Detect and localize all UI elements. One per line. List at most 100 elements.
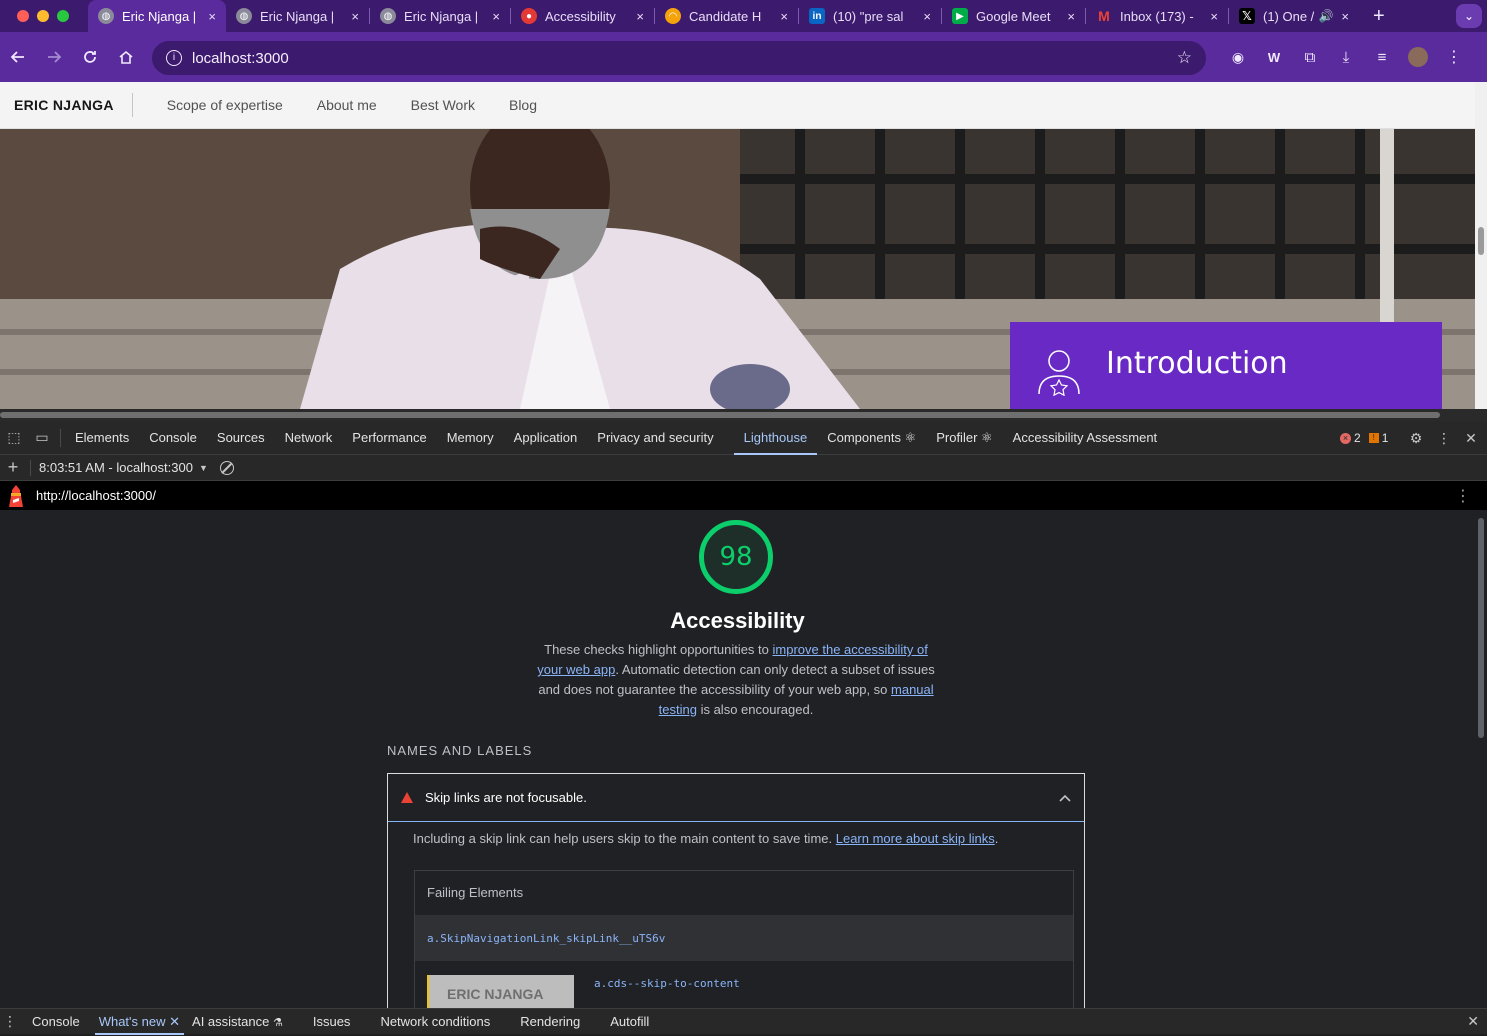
tab-elements[interactable]: Elements — [65, 421, 139, 455]
close-tab-icon[interactable]: × — [636, 9, 644, 24]
scrollbar-thumb[interactable] — [1478, 518, 1484, 738]
drawer-tab-network-conditions[interactable]: Network conditions — [365, 1009, 505, 1035]
audit-header[interactable]: Skip links are not focusable. — [388, 774, 1084, 822]
browser-tab-6[interactable]: in (10) "pre sal × — [799, 0, 941, 32]
report-select[interactable]: 8:03:51 AM - localhost:300 — [39, 460, 193, 475]
page-vertical-scrollbar[interactable] — [1475, 82, 1487, 409]
site-info-icon[interactable]: i — [166, 50, 182, 66]
tab-profiler[interactable]: Profiler ⚛ — [926, 421, 1002, 455]
nav-about-me[interactable]: About me — [317, 97, 377, 113]
back-button[interactable] — [0, 39, 36, 75]
browser-tab-7[interactable]: ▶ Google Meet × — [942, 0, 1085, 32]
browser-tab-3[interactable]: ◍ Eric Njanga | × — [370, 0, 510, 32]
drawer-tab-console[interactable]: Console — [20, 1009, 95, 1035]
nav-scope-of-expertise[interactable]: Scope of expertise — [167, 97, 283, 113]
tab-sources[interactable]: Sources — [207, 421, 275, 455]
globe-icon: ◍ — [98, 8, 114, 24]
tab-network[interactable]: Network — [275, 421, 343, 455]
failing-selector[interactable]: a.cds--skip-to-content — [594, 977, 740, 990]
tab-memory[interactable]: Memory — [437, 421, 504, 455]
nav-blog[interactable]: Blog — [509, 97, 537, 113]
w-extension-icon[interactable]: W — [1256, 39, 1292, 75]
warning-counter[interactable]: ! 1 — [1368, 431, 1388, 445]
score-gauge[interactable]: 98 — [699, 520, 773, 594]
close-tab-icon[interactable]: × — [923, 9, 931, 24]
download-icon[interactable]: ⤓ — [1328, 39, 1364, 75]
browser-menu-icon[interactable]: ⋮ — [1436, 39, 1472, 75]
drawer-tab-ai-assistance[interactable]: AI assistance ⚗ — [184, 1009, 298, 1035]
close-tab-icon[interactable]: ✕ — [169, 1014, 180, 1029]
error-counter[interactable]: × 2 — [1340, 431, 1361, 445]
close-devtools-icon[interactable]: ✕ — [1457, 424, 1485, 452]
clear-reports-icon[interactable] — [219, 460, 234, 475]
issue-counters[interactable]: × 2 ! 1 — [1340, 421, 1388, 455]
flask-icon: ⚗ — [272, 1016, 283, 1029]
drawer-menu-icon[interactable]: ⋮ — [0, 1013, 20, 1030]
tab-components[interactable]: Components ⚛ — [817, 421, 926, 455]
maximize-window-button[interactable] — [57, 10, 69, 22]
home-button[interactable] — [108, 39, 144, 75]
tab-search-button[interactable]: ⌄ — [1456, 4, 1482, 28]
table-row[interactable]: a.SkipNavigationLink_skipLink__uTS6v — [415, 915, 1073, 961]
site-brand[interactable]: ERIC NJANGA — [0, 93, 133, 117]
close-tab-icon[interactable]: × — [780, 9, 788, 24]
inspect-element-icon[interactable]: ⬚ — [0, 424, 28, 452]
new-tab-button[interactable]: + — [1373, 5, 1385, 28]
table-row[interactable]: ERIC NJANGA a.cds--skip-to-content — [415, 961, 1073, 1008]
minimize-window-button[interactable] — [37, 10, 49, 22]
drawer-tab-issues[interactable]: Issues — [298, 1009, 366, 1035]
more-options-icon[interactable]: ⋮ — [1430, 424, 1458, 452]
extensions-puzzle-icon[interactable]: ⧉ — [1292, 39, 1328, 75]
browser-tab-5[interactable]: ◠ Candidate H × — [655, 0, 798, 32]
close-drawer-icon[interactable]: ✕ — [1467, 1013, 1479, 1030]
forward-button[interactable] — [36, 39, 72, 75]
device-toolbar-icon[interactable]: ▭ — [28, 424, 56, 452]
address-bar[interactable]: i localhost:3000 ☆ — [152, 41, 1206, 75]
nav-best-work[interactable]: Best Work — [411, 97, 475, 113]
report-vertical-scrollbar[interactable] — [1475, 510, 1487, 1008]
close-tab-icon[interactable]: × — [208, 9, 216, 24]
tab-lighthouse[interactable]: Lighthouse — [733, 421, 818, 455]
scrollbar-thumb[interactable] — [1478, 227, 1484, 255]
tab-accessibility-assessment[interactable]: Accessibility Assessment — [1003, 421, 1168, 455]
reload-icon — [84, 51, 96, 63]
learn-more-skip-links-link[interactable]: Learn more about skip links — [836, 831, 995, 846]
reload-button[interactable] — [72, 39, 108, 75]
browser-tab-8[interactable]: M Inbox (173) - × — [1086, 0, 1228, 32]
camera-extension-icon[interactable]: ◉ — [1220, 39, 1256, 75]
close-tab-icon[interactable]: × — [492, 9, 500, 24]
chevron-up-icon[interactable] — [1059, 794, 1071, 802]
browser-tab-2[interactable]: ◍ Eric Njanga | × — [226, 0, 369, 32]
tab-console[interactable]: Console — [139, 421, 207, 455]
close-window-button[interactable] — [17, 10, 29, 22]
tab-title: Candidate H — [689, 8, 762, 24]
speaker-icon[interactable]: 🔊 — [1318, 9, 1333, 23]
page-horizontal-scrollbar[interactable] — [0, 409, 1487, 421]
close-tab-icon[interactable]: × — [1341, 9, 1349, 24]
browser-tab-1[interactable]: ◍ Eric Njanga | × — [88, 0, 226, 32]
profile-avatar[interactable] — [1400, 39, 1436, 75]
close-tab-icon[interactable]: × — [351, 9, 359, 24]
tab-privacy-and-security[interactable]: Privacy and security — [587, 421, 723, 455]
tab-application[interactable]: Application — [504, 421, 588, 455]
dropdown-caret-icon[interactable]: ▼ — [199, 463, 208, 473]
browser-tab-4[interactable]: ● Accessibility × — [511, 0, 654, 32]
site-header: ERIC NJANGA Scope of expertise About me … — [0, 82, 1475, 129]
close-tab-icon[interactable]: × — [1067, 9, 1075, 24]
new-report-plus-icon[interactable]: + — [0, 454, 26, 482]
settings-gear-icon[interactable]: ⚙ — [1402, 424, 1430, 452]
browser-tab-9[interactable]: 𝕏 (1) One / 🔊 × — [1229, 0, 1359, 32]
url-text: localhost:3000 — [192, 49, 289, 67]
category-title: Accessibility — [670, 608, 805, 633]
report-menu-icon[interactable]: ⋮ — [1455, 486, 1471, 506]
element-screenshot-thumbnail[interactable]: ERIC NJANGA — [427, 975, 574, 1008]
bookmark-star-icon[interactable]: ☆ — [1177, 48, 1192, 68]
media-controls-icon[interactable]: ≡ — [1364, 39, 1400, 75]
drawer-tab-whats-new[interactable]: What's new ✕ — [94, 1009, 185, 1035]
scrollbar-thumb[interactable] — [0, 412, 1440, 418]
close-tab-icon[interactable]: × — [1210, 9, 1218, 24]
tab-performance[interactable]: Performance — [342, 421, 436, 455]
drawer-tab-rendering[interactable]: Rendering — [505, 1009, 595, 1035]
failing-selector[interactable]: a.SkipNavigationLink_skipLink__uTS6v — [427, 932, 665, 945]
drawer-tab-autofill[interactable]: Autofill — [595, 1009, 664, 1035]
